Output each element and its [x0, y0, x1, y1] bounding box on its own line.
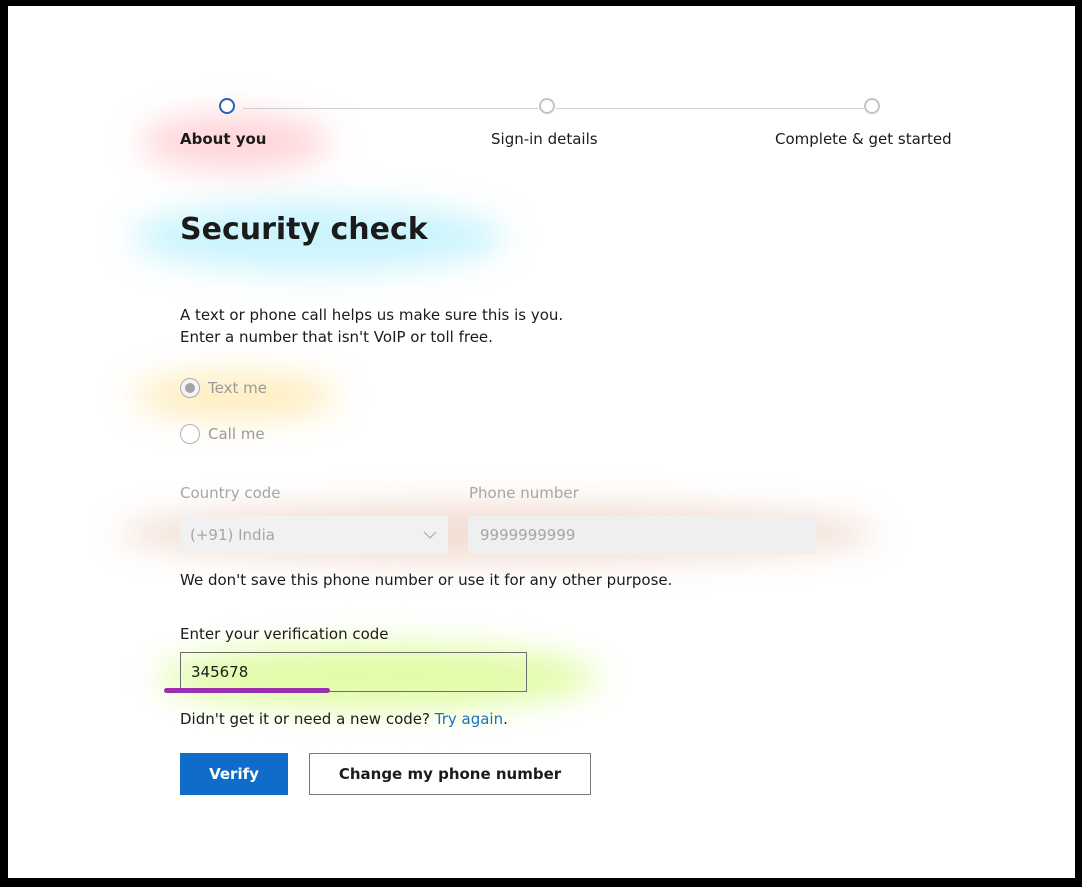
radio-circle-checked[interactable] [180, 378, 200, 398]
verification-code-input[interactable]: 345678 [180, 652, 527, 692]
verification-code-value: 345678 [191, 663, 249, 681]
privacy-note: We don't save this phone number or use i… [180, 571, 673, 589]
verify-button[interactable]: Verify [180, 753, 288, 795]
country-code-label: Country code [180, 484, 281, 502]
phone-number-value: 9999999999 [480, 526, 576, 544]
step-indicator-about-you [219, 98, 235, 114]
page-title: Security check [180, 212, 428, 247]
step-indicator-complete [864, 98, 880, 114]
verification-code-label: Enter your verification code [180, 625, 389, 643]
chevron-down-icon [423, 531, 437, 539]
step-connector [243, 108, 538, 109]
resend-suffix: . [503, 710, 508, 728]
country-code-value: (+91) India [190, 526, 275, 544]
try-again-link[interactable]: Try again [435, 710, 503, 728]
radio-label: Call me [208, 425, 265, 443]
step-label-complete: Complete & get started [775, 130, 952, 148]
page-description: A text or phone call helps us make sure … [180, 304, 563, 348]
step-indicator-sign-in [539, 98, 555, 114]
annotation-underline [164, 688, 330, 693]
change-phone-number-button[interactable]: Change my phone number [309, 753, 591, 795]
radio-selected-dot [185, 383, 195, 393]
resend-line: Didn't get it or need a new code? Try ag… [180, 710, 508, 728]
progress-stepper: About you Sign-in details Complete & get… [8, 6, 1075, 166]
step-label-sign-in: Sign-in details [491, 130, 598, 148]
description-line: Enter a number that isn't VoIP or toll f… [180, 328, 493, 346]
description-line: A text or phone call helps us make sure … [180, 306, 564, 324]
country-code-select[interactable]: (+91) India [180, 516, 448, 554]
signup-page: About you Sign-in details Complete & get… [8, 6, 1075, 878]
radio-circle[interactable] [180, 424, 200, 444]
phone-number-input[interactable]: 9999999999 [468, 516, 816, 554]
step-label-about-you: About you [180, 130, 267, 148]
step-connector [556, 108, 864, 109]
radio-text-me[interactable]: Text me [180, 378, 267, 398]
resend-text: Didn't get it or need a new code? [180, 710, 430, 728]
radio-label: Text me [208, 379, 267, 397]
phone-number-label: Phone number [469, 484, 579, 502]
radio-call-me[interactable]: Call me [180, 424, 265, 444]
